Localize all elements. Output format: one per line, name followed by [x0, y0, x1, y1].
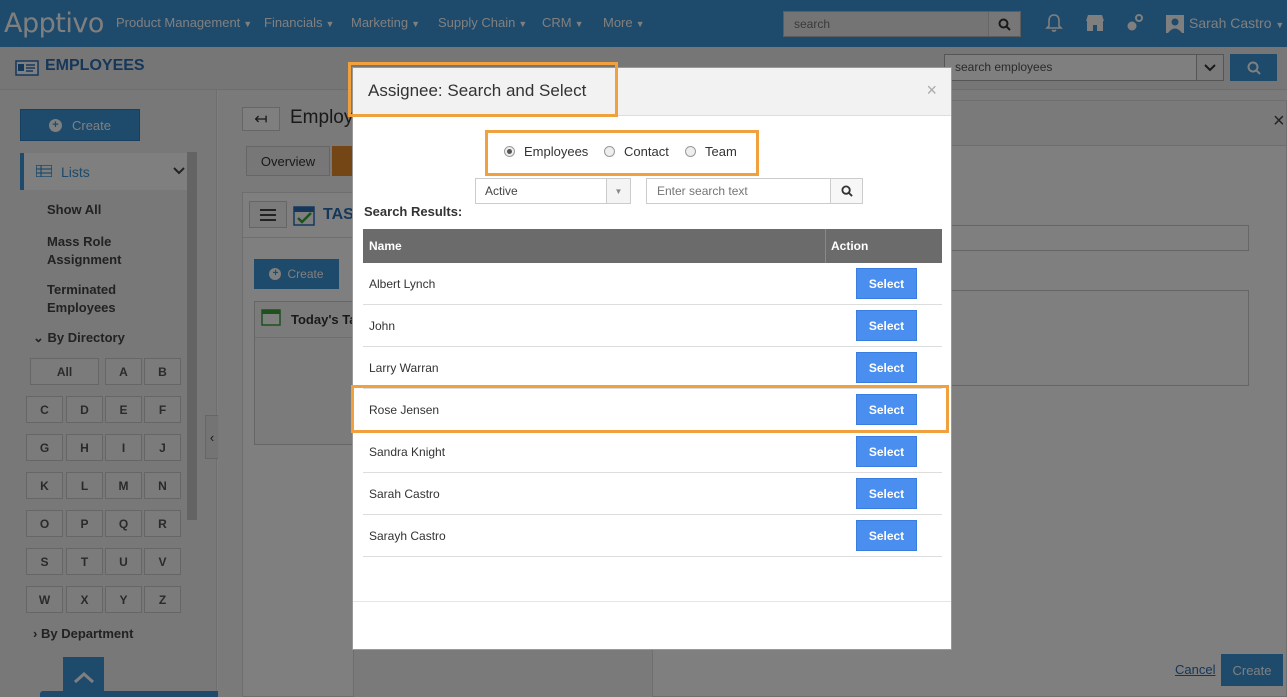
column-header-action: Action — [831, 239, 869, 253]
column-separator — [825, 229, 826, 263]
employee-name: John — [369, 319, 396, 333]
select-button[interactable]: Select — [856, 436, 917, 467]
table-row: John Select — [363, 305, 942, 347]
results-table-header: Name Action — [363, 229, 942, 263]
select-button[interactable]: Select — [856, 352, 917, 383]
table-row: Larry Warran Select — [363, 347, 942, 389]
employee-name: Sarayh Castro — [369, 529, 446, 543]
select-button[interactable]: Select — [856, 310, 917, 341]
modal-search-button[interactable] — [830, 179, 862, 203]
employee-name: Sarah Castro — [369, 487, 440, 501]
search-icon — [840, 185, 853, 197]
modal-footer-divider — [353, 601, 951, 602]
highlight-row — [351, 385, 949, 433]
caret-down-icon: ▼ — [606, 179, 630, 203]
employee-name: Larry Warran — [369, 361, 439, 375]
status-select[interactable]: Active ▼ — [475, 178, 631, 204]
select-button[interactable]: Select — [856, 520, 917, 551]
modal-search — [646, 178, 863, 204]
highlight-title — [348, 62, 618, 117]
column-header-name: Name — [369, 239, 402, 253]
table-row: Sarayh Castro Select — [363, 515, 942, 557]
modal-close-button[interactable]: × — [926, 80, 937, 101]
employee-name: Albert Lynch — [369, 277, 436, 291]
select-button[interactable]: Select — [856, 268, 917, 299]
employee-name: Sandra Knight — [369, 445, 446, 459]
table-row: Sandra Knight Select — [363, 431, 942, 473]
highlight-radios — [485, 130, 759, 176]
table-row: Albert Lynch Select — [363, 263, 942, 305]
select-button[interactable]: Select — [856, 478, 917, 509]
table-row: Sarah Castro Select — [363, 473, 942, 515]
modal-search-input[interactable] — [647, 179, 827, 203]
status-value: Active — [485, 184, 518, 198]
search-results-label: Search Results: — [364, 204, 463, 219]
